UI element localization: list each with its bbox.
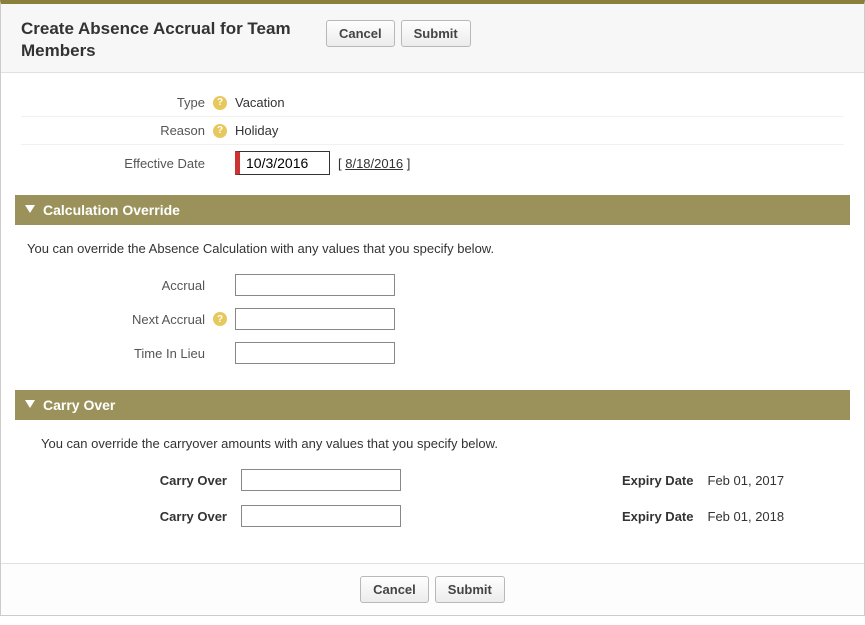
calc-override-section-header[interactable]: Calculation Override bbox=[15, 195, 850, 225]
effective-date-wrap: [ 8/18/2016 ] bbox=[235, 151, 410, 175]
carry-over-input-1[interactable] bbox=[241, 469, 401, 491]
next-accrual-row: Next Accrual ? bbox=[21, 302, 844, 336]
effective-date-label: Effective Date bbox=[21, 156, 211, 171]
calc-override-body: You can override the Absence Calculation… bbox=[1, 225, 864, 376]
expiry-date-value: Feb 01, 2018 bbox=[708, 509, 845, 524]
type-row: Type ? Vacation bbox=[21, 89, 844, 117]
reason-label: Reason bbox=[21, 123, 211, 138]
time-in-lieu-label: Time In Lieu bbox=[21, 346, 211, 361]
disclosure-triangle-icon bbox=[25, 400, 35, 410]
effective-date-row: Effective Date [ 8/18/2016 ] bbox=[21, 145, 844, 181]
expiry-date-label: Expiry Date bbox=[578, 509, 708, 524]
page-header: Create Absence Accrual for Team Members … bbox=[1, 4, 864, 73]
type-label: Type bbox=[21, 95, 211, 110]
calc-override-description: You can override the Absence Calculation… bbox=[27, 241, 844, 256]
accrual-row: Accrual bbox=[21, 268, 844, 302]
carry-over-label: Carry Over bbox=[31, 473, 241, 488]
carry-over-description: You can override the carryover amounts w… bbox=[41, 436, 844, 451]
cancel-button[interactable]: Cancel bbox=[360, 576, 429, 603]
disclosure-triangle-icon bbox=[25, 205, 35, 215]
reason-row: Reason ? Holiday bbox=[21, 117, 844, 145]
help-icon[interactable]: ? bbox=[213, 96, 227, 110]
basic-fields: Type ? Vacation Reason ? Holiday Effecti… bbox=[1, 89, 864, 181]
carry-over-input-2[interactable] bbox=[241, 505, 401, 527]
hint-close: ] bbox=[403, 156, 410, 171]
type-value: Vacation bbox=[235, 95, 285, 110]
carry-over-section-header[interactable]: Carry Over bbox=[15, 390, 850, 420]
carry-over-body: You can override the carryover amounts w… bbox=[1, 420, 864, 543]
content-area: Type ? Vacation Reason ? Holiday Effecti… bbox=[1, 73, 864, 563]
help-icon[interactable]: ? bbox=[213, 312, 227, 326]
effective-date-input[interactable] bbox=[235, 151, 330, 175]
submit-button[interactable]: Submit bbox=[401, 20, 471, 47]
page-container: Create Absence Accrual for Team Members … bbox=[0, 0, 865, 616]
header-button-row: Cancel Submit bbox=[326, 18, 471, 47]
carry-over-label: Carry Over bbox=[31, 509, 241, 524]
effective-date-hint: [ 8/18/2016 ] bbox=[338, 156, 410, 171]
cancel-button[interactable]: Cancel bbox=[326, 20, 395, 47]
accrual-input[interactable] bbox=[235, 274, 395, 296]
carry-over-grid: Carry Over Expiry Date Feb 01, 2017 Carr… bbox=[31, 469, 844, 527]
footer-button-row: Cancel Submit bbox=[1, 563, 864, 615]
next-accrual-input[interactable] bbox=[235, 308, 395, 330]
help-icon[interactable]: ? bbox=[213, 124, 227, 138]
page-title: Create Absence Accrual for Team Members bbox=[21, 18, 326, 62]
carry-over-title: Carry Over bbox=[43, 397, 115, 413]
calc-override-title: Calculation Override bbox=[43, 202, 180, 218]
accrual-label: Accrual bbox=[21, 278, 211, 293]
next-accrual-label: Next Accrual bbox=[21, 312, 211, 327]
reason-value: Holiday bbox=[235, 123, 278, 138]
time-in-lieu-row: Time In Lieu bbox=[21, 336, 844, 370]
expiry-date-value: Feb 01, 2017 bbox=[708, 473, 845, 488]
submit-button[interactable]: Submit bbox=[435, 576, 505, 603]
effective-date-hint-link[interactable]: 8/18/2016 bbox=[345, 156, 403, 171]
expiry-date-label: Expiry Date bbox=[578, 473, 708, 488]
time-in-lieu-input[interactable] bbox=[235, 342, 395, 364]
